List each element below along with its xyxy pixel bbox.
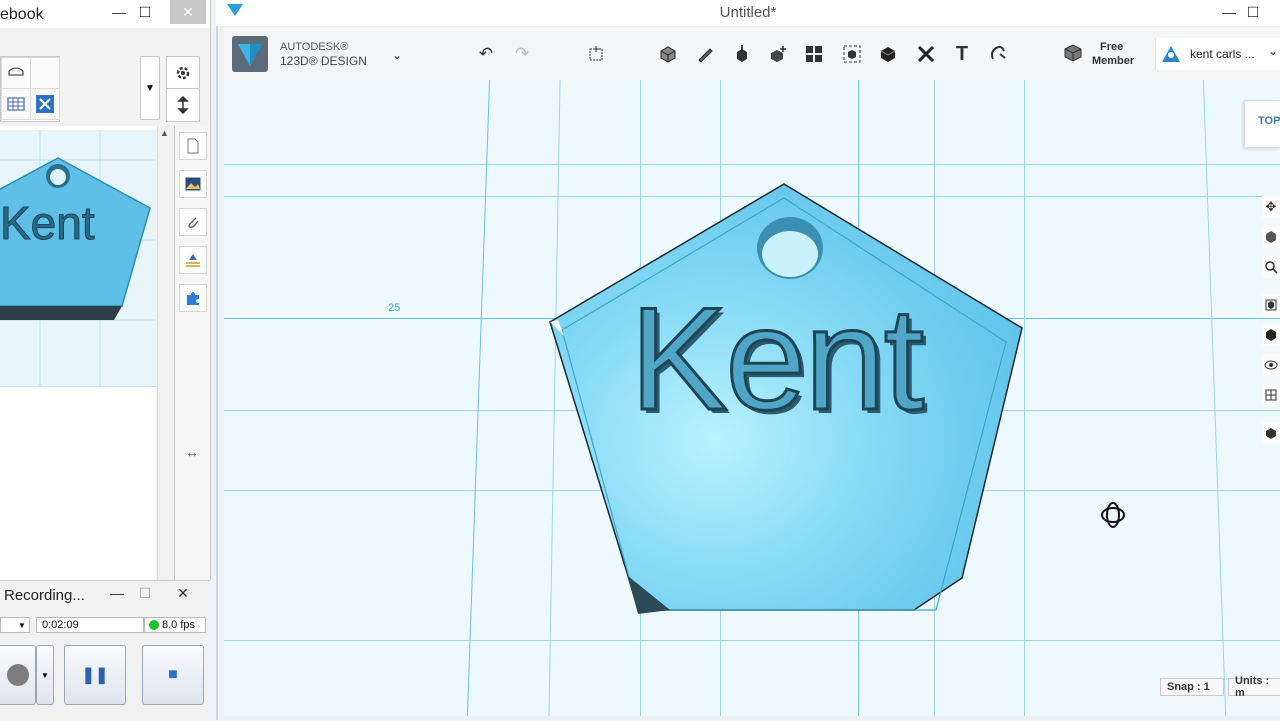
perspective-icon[interactable] — [1262, 324, 1280, 346]
account-label-line1[interactable]: Free — [1100, 41, 1123, 53]
member-cube-icon — [1062, 42, 1084, 69]
recording-window: Recording... — ☐ ✕ ▼ 0:02:09 8.0 fps ▼ ❚… — [0, 580, 210, 721]
material-icon[interactable] — [1262, 384, 1280, 406]
pause-icon: ❚❚ — [81, 667, 109, 684]
recording-minimize-button[interactable]: — — [102, 581, 132, 605]
model-kent-text[interactable]: Kent — [628, 284, 925, 433]
table-icon[interactable] — [1, 88, 31, 120]
zoom-icon[interactable] — [1262, 256, 1280, 278]
3d-viewport[interactable]: 25 Kent — [224, 80, 1280, 716]
thumbnail-kent-text: Kent — [0, 197, 95, 250]
delete-table-icon[interactable] — [30, 88, 60, 120]
app-menu-chevron-down-icon[interactable]: ⌄ — [392, 48, 402, 62]
notebook-title: ebook — [0, 6, 44, 23]
notebook-maximize-button[interactable]: ☐ — [130, 0, 160, 24]
orbit-icon[interactable] — [1262, 226, 1280, 248]
fit-view-icon[interactable] — [1262, 294, 1280, 316]
text-tool-button[interactable]: T — [948, 42, 976, 66]
app-titlebar: Untitled* — ☐ — [216, 0, 1280, 26]
app-maximize-button[interactable]: ☐ — [1238, 0, 1268, 24]
chevron-down-icon: ▼ — [18, 620, 26, 630]
chevron-down-icon: ▼ — [41, 670, 49, 680]
measure-tool-icon[interactable] — [912, 42, 940, 66]
visibility-icon[interactable] — [1262, 354, 1280, 376]
pan-icon[interactable]: ✥ — [1262, 196, 1280, 218]
window-title: Untitled* — [719, 4, 777, 21]
source-select[interactable]: ▼ — [0, 617, 30, 633]
account-label-line2[interactable]: Member — [1092, 55, 1134, 67]
user-menu[interactable]: kent carls ... ⌄ — [1155, 38, 1280, 70]
pause-button[interactable]: ❚❚ — [64, 645, 126, 705]
brand-top: AUTODESK® — [280, 41, 349, 53]
status-dot-icon — [149, 620, 159, 630]
align-icon[interactable] — [179, 246, 207, 274]
transform-tool-icon[interactable] — [582, 42, 610, 66]
recording-title: Recording... — [4, 587, 85, 604]
construct-tool-icon[interactable] — [728, 42, 756, 66]
resize-handle-icon[interactable]: ↔ — [185, 444, 199, 460]
gear-icon[interactable] — [166, 56, 200, 90]
notebook-toolbar — [0, 56, 60, 122]
undo-button[interactable]: ↶ — [472, 42, 500, 66]
grid-toggle-icon[interactable] — [1262, 422, 1280, 444]
new-page-icon[interactable] — [179, 132, 207, 160]
grouping-tool-icon[interactable] — [838, 42, 866, 66]
user-menu-chevron-icon: ⌄ — [1268, 44, 1279, 58]
app-menu-logo[interactable] — [232, 36, 268, 72]
stop-icon: ■ — [168, 666, 178, 683]
notebook-titlebar: ebook — ☐ ✕ — [0, 0, 210, 28]
units-setting[interactable]: Units : m — [1228, 675, 1280, 699]
fps-indicator: 8.0 fps — [144, 617, 206, 633]
combine-tool-icon[interactable] — [874, 42, 902, 66]
viewcube[interactable]: TOP — [1244, 100, 1280, 148]
sketch-tool-icon[interactable] — [692, 42, 720, 66]
notebook-side-rail: ↔ — [174, 126, 209, 580]
addin-puzzle-icon[interactable] — [179, 284, 207, 312]
user-name[interactable]: kent carls ... — [1190, 47, 1255, 61]
brand-bottom: 123D® DESIGN — [280, 54, 367, 68]
pattern-tool-icon[interactable] — [800, 42, 828, 66]
attach-icon[interactable] — [179, 208, 207, 236]
autodesk-logo-icon — [238, 44, 262, 66]
picture-icon[interactable] — [179, 170, 207, 198]
recording-maximize-button[interactable]: ☐ — [130, 581, 160, 605]
record-icon — [7, 664, 29, 686]
clip-icon[interactable] — [1, 57, 31, 89]
redo-button[interactable]: ↷ — [508, 42, 536, 66]
primitives-tool-icon[interactable] — [654, 42, 682, 66]
recording-close-button[interactable]: ✕ — [168, 581, 198, 605]
toolbar-blank-cell[interactable] — [30, 57, 60, 89]
snap-setting[interactable]: Snap : 1 — [1160, 678, 1224, 696]
record-button[interactable] — [0, 645, 36, 705]
screenshot-thumbnail: Kent — [0, 130, 156, 387]
expand-vertical-icon[interactable] — [166, 88, 200, 122]
snap-tool-icon[interactable] — [984, 42, 1012, 66]
orbit-cursor-icon — [1098, 500, 1128, 535]
elapsed-time: 0:02:09 — [36, 617, 144, 633]
toolbar-dropdown[interactable]: ▼ — [140, 56, 160, 120]
stop-button[interactable]: ■ — [142, 645, 204, 705]
viewcube-top-label[interactable]: TOP — [1258, 115, 1280, 127]
notebook-close-button[interactable]: ✕ — [170, 0, 206, 24]
modify-tool-icon[interactable] — [764, 42, 792, 66]
record-options-dropdown[interactable]: ▼ — [36, 645, 54, 705]
scroll-up-icon[interactable]: ▲ — [160, 128, 169, 138]
notebook-scrollbar[interactable]: ▲ — [157, 126, 174, 580]
fps-value: 8.0 fps — [162, 619, 196, 631]
user-avatar-icon — [1160, 44, 1182, 69]
